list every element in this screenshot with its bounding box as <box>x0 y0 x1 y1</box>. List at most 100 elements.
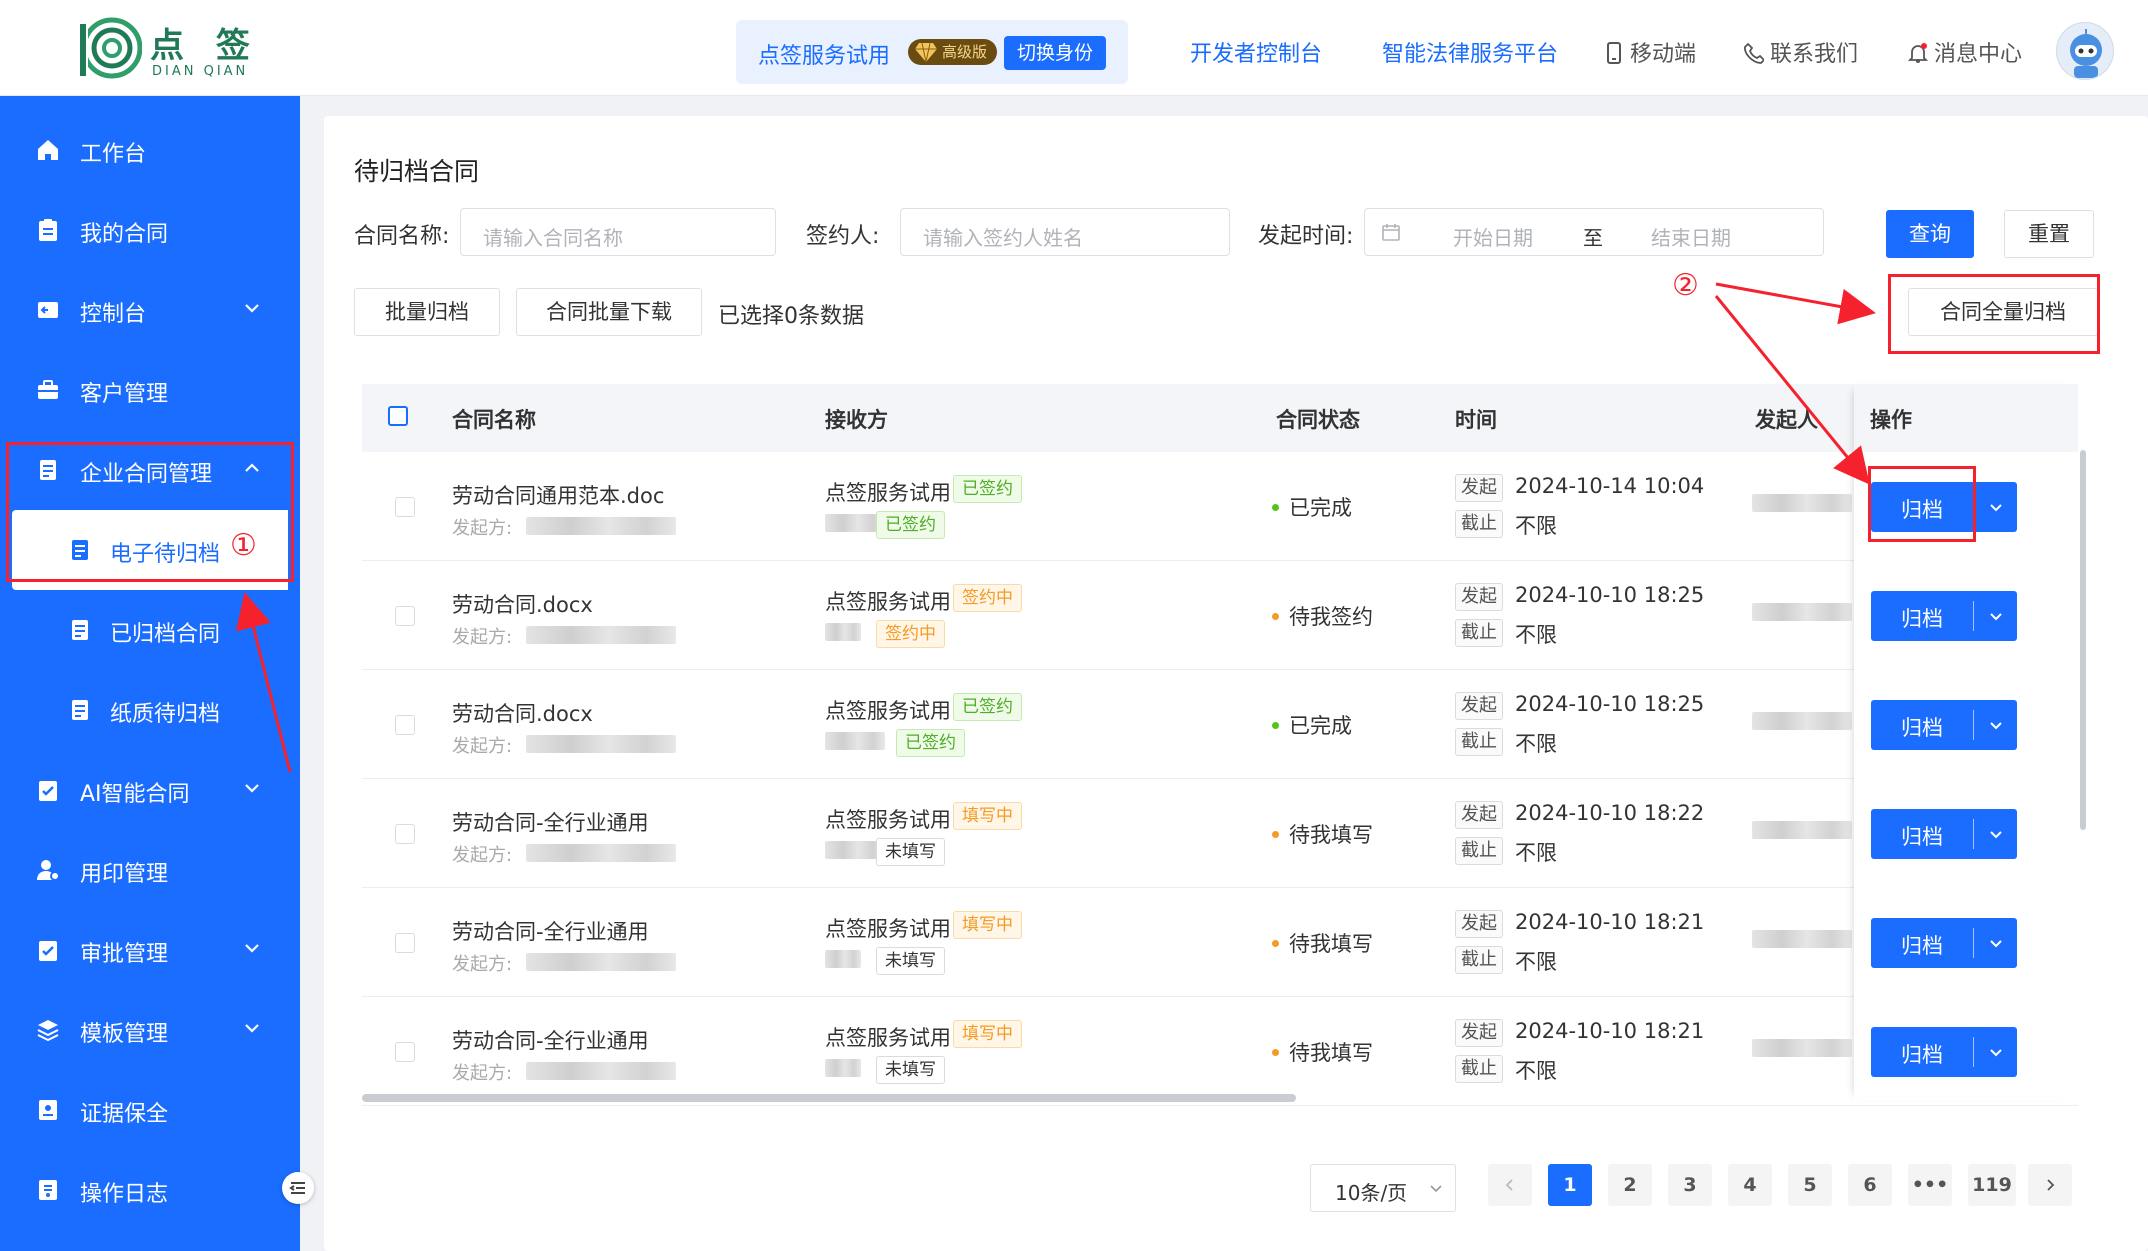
page-number-button[interactable]: 6 <box>1848 1164 1892 1206</box>
archive-button[interactable]: 归档 <box>1871 930 1973 960</box>
page-size-select[interactable]: 10条/页 <box>1310 1164 1456 1212</box>
page-number-button[interactable]: 1 <box>1548 1164 1592 1206</box>
switch-identity-button[interactable]: 切换身份 <box>1004 36 1106 70</box>
chevron-down-icon[interactable] <box>1987 716 2005 734</box>
contract-name[interactable]: 劳动合同-全行业通用 <box>452 1025 649 1055</box>
contract-status: 已完成 <box>1272 492 1352 522</box>
archive-split-button[interactable]: 归档 <box>1871 809 2017 859</box>
prev-page-button[interactable] <box>1488 1164 1532 1206</box>
select-all-checkbox[interactable] <box>388 406 408 426</box>
page-number-button[interactable]: 5 <box>1788 1164 1832 1206</box>
reset-button[interactable]: 重置 <box>2004 210 2094 258</box>
contract-name[interactable]: 劳动合同通用范本.doc <box>452 480 664 510</box>
log-icon <box>39 1180 57 1200</box>
sidebar-item-evidence[interactable]: 证据保全 <box>0 1070 300 1150</box>
status-dot <box>1272 613 1279 620</box>
batch-archive-button[interactable]: 批量归档 <box>354 288 500 336</box>
chevron-down-icon[interactable] <box>1987 498 2005 516</box>
table-row[interactable]: 劳动合同通用范本.doc 发起方: 点签服务试用 已签约 已签约 已完成 发起 2024-10… <box>362 452 2078 561</box>
page-number-button[interactable]: 4 <box>1728 1164 1772 1206</box>
sidebar-item-label: 操作日志 <box>80 1182 169 1207</box>
row-checkbox[interactable] <box>395 715 415 735</box>
initiator-redacted <box>526 844 676 862</box>
date-range-picker[interactable]: 开始日期 至 结束日期 <box>1364 208 1824 256</box>
row-checkbox[interactable] <box>395 497 415 517</box>
next-page-button[interactable] <box>2028 1164 2072 1206</box>
initiator-redacted <box>526 1062 676 1080</box>
page-number-button[interactable]: 2 <box>1608 1164 1652 1206</box>
clipboard-check-icon <box>39 781 57 801</box>
archive-split-button[interactable]: 归档 <box>1871 1027 2017 1077</box>
start-time-tag: 发起 <box>1455 692 1503 720</box>
sidebar-item-label: 控制台 <box>80 302 147 327</box>
sidebar-item-approval[interactable]: 审批管理 <box>0 910 300 990</box>
chevron-down-icon[interactable] <box>1987 825 2005 843</box>
initiator-user-redacted <box>1752 712 1852 730</box>
archive-button[interactable]: 归档 <box>1871 1039 1973 1069</box>
page-ellipsis-button[interactable]: ••• <box>1908 1164 1952 1206</box>
table-header: 合同名称 接收方 合同状态 时间 发起人 <box>362 384 2078 452</box>
sidebar-item-customers[interactable]: 客户管理 <box>0 350 300 430</box>
table-row[interactable]: 劳动合同-全行业通用 发起方: 点签服务试用 填写中 未填写 待我填写 发起 2024-10-… <box>362 997 2078 1106</box>
horizontal-scrollbar[interactable] <box>362 1094 1296 1102</box>
table-row[interactable]: 劳动合同-全行业通用 发起方: 点签服务试用 填写中 未填写 待我填写 发起 2024-10-… <box>362 888 2078 997</box>
sidebar-item-ai-contracts[interactable]: AI智能合同 <box>0 750 300 830</box>
button-divider <box>1973 710 1974 740</box>
sidebar-item-pending-paper[interactable]: 纸质待归档 <box>0 670 300 750</box>
page-number-button[interactable]: 3 <box>1668 1164 1712 1206</box>
archive-button[interactable]: 归档 <box>1871 603 1973 633</box>
page-title: 待归档合同 <box>354 157 480 186</box>
archive-split-button[interactable]: 归档 <box>1871 918 2017 968</box>
annotation-box-archive-all <box>1888 274 2100 354</box>
contract-name[interactable]: 劳动合同-全行业通用 <box>452 916 649 946</box>
table-row[interactable]: 劳动合同.docx 发起方: 点签服务试用 签约中 签约中 待我签约 发起 2024-10-1… <box>362 561 2078 670</box>
vertical-scrollbar[interactable] <box>2080 450 2086 830</box>
logo[interactable]: 点 签 DIAN QIAN <box>74 14 274 82</box>
start-time-tag: 发起 <box>1455 583 1503 611</box>
archive-button[interactable]: 归档 <box>1871 821 1973 851</box>
nav-mobile[interactable]: 移动端 <box>1604 36 1696 68</box>
nav-contact[interactable]: 联系我们 <box>1744 36 1858 68</box>
sidebar-item-workbench[interactable]: 工作台 <box>0 110 300 190</box>
row-checkbox[interactable] <box>395 606 415 626</box>
chevron-down-icon[interactable] <box>1987 1043 2005 1061</box>
document-icon <box>72 700 88 720</box>
sidebar-item-console[interactable]: 控制台 <box>0 270 300 350</box>
row-checkbox[interactable] <box>395 1042 415 1062</box>
chevron-down-icon[interactable] <box>1987 934 2005 952</box>
sidebar-item-my-contracts[interactable]: 我的合同 <box>0 190 300 270</box>
nav-legal-platform[interactable]: 智能法律服务平台 <box>1382 36 1558 68</box>
contract-status-label: 已完成 <box>1289 714 1352 738</box>
archive-button[interactable]: 归档 <box>1871 712 1973 742</box>
query-button[interactable]: 查询 <box>1886 210 1974 258</box>
contract-name-input[interactable]: 请输入合同名称 <box>460 208 776 256</box>
table-row[interactable]: 劳动合同.docx 发起方: 点签服务试用 已签约 已签约 已完成 发起 2024-10-10… <box>362 670 2078 779</box>
row-checkbox[interactable] <box>395 933 415 953</box>
party-status-tag: 已签约 <box>896 729 965 757</box>
contract-name[interactable]: 劳动合同.docx <box>452 589 593 619</box>
sidebar-collapse-button[interactable] <box>282 1172 314 1204</box>
contract-name[interactable]: 劳动合同-全行业通用 <box>452 807 649 837</box>
archive-split-button[interactable]: 归档 <box>1871 591 2017 641</box>
nav-developer-console[interactable]: 开发者控制台 <box>1190 36 1322 68</box>
receiver-name: 点签服务试用 <box>825 590 951 614</box>
row-checkbox[interactable] <box>395 824 415 844</box>
nav-mobile-label: 移动端 <box>1630 42 1697 67</box>
contract-name[interactable]: 劳动合同.docx <box>452 698 593 728</box>
user-avatar[interactable] <box>2056 22 2114 80</box>
page-number-button[interactable]: 119 <box>1968 1164 2016 1206</box>
nav-messages[interactable]: 消息中心 <box>1908 36 2022 68</box>
archive-split-button[interactable]: 归档 <box>1871 700 2017 750</box>
sidebar-item-templates[interactable]: 模板管理 <box>0 990 300 1070</box>
deadline-tag: 截止 <box>1455 1055 1503 1083</box>
batch-download-button[interactable]: 合同批量下载 <box>516 288 702 336</box>
table-row[interactable]: 劳动合同-全行业通用 发起方: 点签服务试用 填写中 未填写 待我填写 发起 2024-10-… <box>362 779 2078 888</box>
vip-label: 高级版 <box>942 43 988 61</box>
signer-input[interactable]: 请输入签约人姓名 <box>900 208 1230 256</box>
mobile-icon <box>1607 42 1621 64</box>
sidebar-item-archived[interactable]: 已归档合同 <box>0 590 300 670</box>
avatar-robot-icon <box>2070 29 2102 78</box>
sidebar-item-operation-log[interactable]: 操作日志 <box>0 1150 300 1230</box>
sidebar-item-seal-management[interactable]: 用印管理 <box>0 830 300 910</box>
chevron-down-icon[interactable] <box>1987 607 2005 625</box>
